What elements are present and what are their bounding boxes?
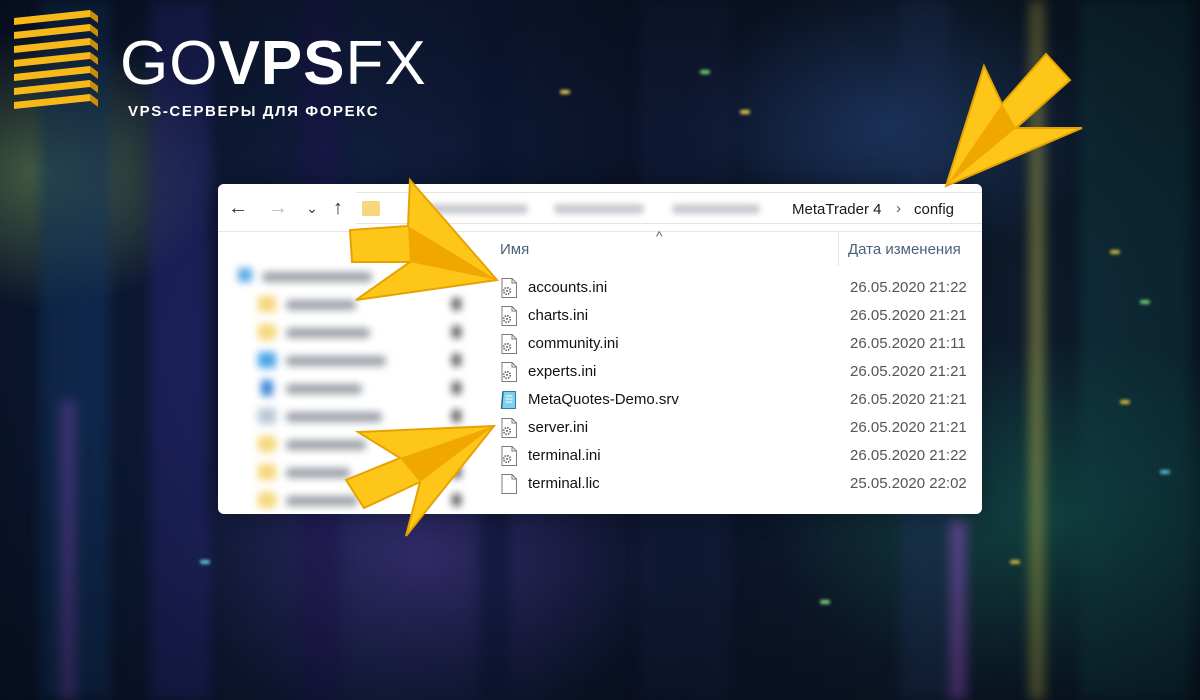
nav-item-label [286,328,370,338]
ini-settings-file-icon [501,418,517,438]
documents-icon [258,408,276,424]
file-date: 26.05.2020 21:21 [850,363,967,380]
folder-icon [258,324,276,340]
breadcrumb-separator-icon: › [896,200,901,217]
file-name: experts.ini [528,363,597,380]
folder-icon [258,296,276,312]
file-name: MetaQuotes-Demo.srv [528,391,679,408]
ini-settings-file-icon [501,446,517,466]
blurred-breadcrumb [672,204,760,214]
blurred-breadcrumb [420,204,528,214]
srv-file-icon [500,391,516,409]
file-date: 26.05.2020 21:21 [850,391,967,408]
pin-icon [452,410,461,422]
ini-settings-file-icon [501,278,517,298]
explorer-toolbar: ← → ⌄ ↑ MetaTrader 4 › config [218,184,982,232]
pin-icon [452,438,461,450]
file-row-community-ini[interactable]: community.ini 26.05.2020 21:11 [496,330,982,358]
up-button[interactable]: ↑ [326,196,350,220]
brand-name: GOVPSFX [120,32,427,96]
pin-icon [452,382,461,394]
nav-item[interactable] [238,462,468,484]
folder-icon [258,464,276,480]
pin-icon [452,354,461,366]
folder-icon [362,201,380,216]
nav-item[interactable] [238,406,468,428]
file-name: server.ini [528,419,589,436]
desktop-icon [258,352,276,368]
file-date: 26.05.2020 21:22 [850,447,967,464]
file-list: ^ Имя Дата изменения accounts.ini 26.05.… [480,228,982,514]
nav-item-label [286,440,366,450]
nav-item-label [286,468,350,478]
ini-settings-file-icon [501,306,517,326]
back-button[interactable]: ← [226,196,250,220]
forward-button[interactable]: → [266,196,290,220]
brand-name-part: GO [120,29,219,98]
sort-ascending-icon: ^ [656,228,663,244]
nav-item[interactable] [238,350,468,372]
folder-icon [258,436,276,452]
file-date: 26.05.2020 21:22 [850,279,967,296]
pin-icon [452,494,461,506]
file-date: 26.05.2020 21:21 [850,419,967,436]
file-explorer-window: ← → ⌄ ↑ MetaTrader 4 › config ^ Имя Дата… [218,184,982,514]
download-icon [261,380,273,396]
address-bar[interactable]: MetaTrader 4 › config [356,192,982,224]
file-name: terminal.ini [528,447,601,464]
nav-item[interactable] [238,266,468,288]
file-row-terminal-lic[interactable]: terminal.lic 25.05.2020 22:02 [496,470,982,498]
brand-tagline: VPS-СЕРВЕРЫ ДЛЯ ФОРЕКС [128,103,380,120]
file-name: community.ini [528,335,619,352]
file-name: accounts.ini [528,279,608,296]
file-row-experts-ini[interactable]: experts.ini 26.05.2020 21:21 [496,358,982,386]
file-name: terminal.lic [528,475,600,492]
navigation-pane [218,232,480,514]
nav-item-label [286,384,362,394]
file-date: 26.05.2020 21:11 [850,335,966,352]
column-header-name[interactable]: Имя [500,241,529,258]
nav-item-label [286,496,358,506]
breadcrumb-metatrader4[interactable]: MetaTrader 4 [792,201,881,218]
chevron-down-icon: ⌄ [306,200,318,216]
nav-item-label [286,412,382,422]
nav-item[interactable] [238,434,468,456]
pin-icon [452,298,461,310]
folder-icon [258,492,276,508]
file-date: 25.05.2020 22:02 [850,475,967,492]
nav-item[interactable] [238,490,468,512]
nav-item[interactable] [238,294,468,316]
blank-file-icon [501,474,517,494]
blurred-breadcrumb [554,204,644,214]
nav-item[interactable] [238,322,468,344]
brand-name-bold-part: VPS [218,29,346,98]
nav-item-label [262,272,372,282]
arrow-left-icon: ← [228,197,248,219]
ini-settings-file-icon [501,334,517,354]
file-row-metaquotes-demo-srv[interactable]: MetaQuotes-Demo.srv 26.05.2020 21:21 [496,386,982,414]
pin-icon [452,466,461,478]
file-name: charts.ini [528,307,589,324]
nav-item-label [286,356,386,366]
arrow-right-icon: → [268,197,288,219]
building-logo-icon [14,10,98,109]
file-row-charts-ini[interactable]: charts.ini 26.05.2020 21:21 [496,302,982,330]
nav-item[interactable] [238,378,468,400]
brand-name-part: FX [345,29,427,98]
nav-item-label [286,300,356,310]
file-date: 26.05.2020 21:21 [850,307,967,324]
recent-locations-button[interactable]: ⌄ [300,196,324,220]
file-row-server-ini[interactable]: server.ini 26.05.2020 21:21 [496,414,982,442]
file-row-terminal-ini[interactable]: terminal.ini 26.05.2020 21:22 [496,442,982,470]
ini-settings-file-icon [501,362,517,382]
quick-access-icon [238,268,252,282]
pin-icon [452,326,461,338]
column-divider[interactable] [838,232,839,266]
breadcrumb-config[interactable]: config [914,201,954,218]
arrow-up-icon: ↑ [333,197,343,219]
govpsfx-logo: GOVPSFX VPS-СЕРВЕРЫ ДЛЯ ФОРЕКС [10,10,426,120]
file-row-accounts-ini[interactable]: accounts.ini 26.05.2020 21:22 [496,274,982,302]
column-header-date-modified[interactable]: Дата изменения [848,241,961,258]
